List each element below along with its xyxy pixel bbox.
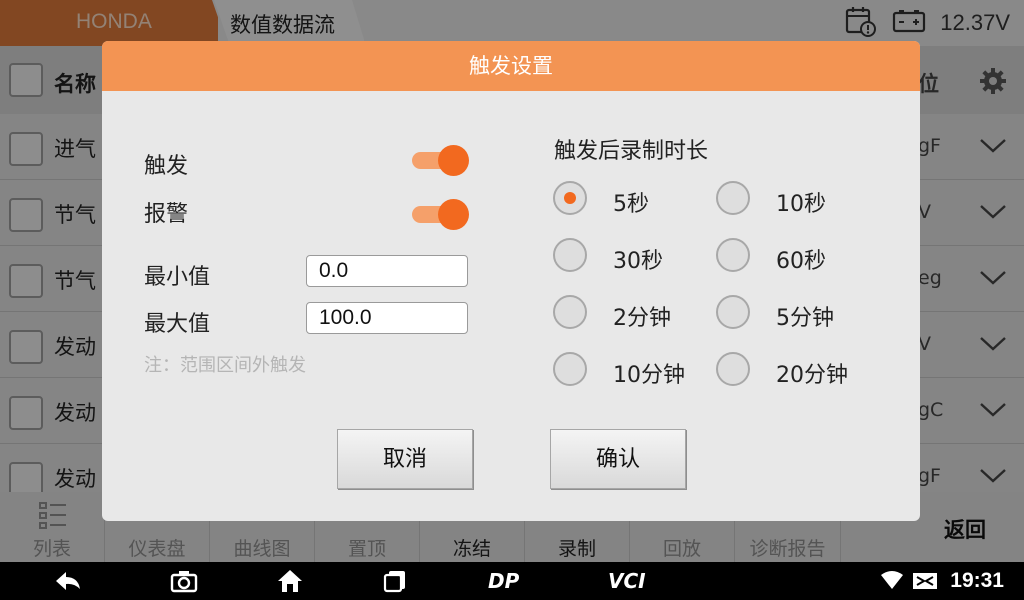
max-value-input[interactable]: 100.0 [306,302,468,334]
alarm-label: 报警 [144,202,189,227]
radio-5s[interactable] [553,181,587,215]
no-sim-icon [912,562,938,600]
radio-10min[interactable] [553,352,587,386]
radio-20min[interactable] [716,352,750,386]
cancel-button[interactable]: 取消 [337,429,473,489]
alarm-toggle[interactable] [412,199,470,230]
svg-text:VCI: VCI [608,570,646,592]
radio-60s-label: 60秒 [776,249,826,274]
radio-2min-label: 2分钟 [613,306,671,331]
svg-text:DP: DP [488,570,520,592]
back-arrow-icon[interactable] [54,562,82,600]
radio-10s-label: 10秒 [776,192,826,217]
trigger-toggle[interactable] [412,145,470,176]
vci-logo[interactable]: VCI [608,562,658,600]
radio-5s-label: 5秒 [613,192,649,217]
clock: 19:31 [950,569,1004,592]
radio-20min-label: 20分钟 [776,363,848,388]
recent-apps-icon[interactable] [382,562,408,600]
radio-2min[interactable] [553,295,587,329]
duration-title: 触发后录制时长 [554,139,709,164]
radio-5min-label: 5分钟 [776,306,834,331]
range-note: 注：范围区间外触发 [144,355,306,376]
max-value-label: 最大值 [144,312,211,337]
radio-60s[interactable] [716,238,750,272]
radio-10s[interactable] [716,181,750,215]
dp-logo[interactable]: DP [488,562,530,600]
radio-5min[interactable] [716,295,750,329]
wifi-icon [880,562,904,600]
radio-30s[interactable] [553,238,587,272]
home-icon[interactable] [276,562,304,600]
dialog-title: 触发设置 [102,41,920,91]
radio-30s-label: 30秒 [613,249,663,274]
trigger-settings-dialog: 触发设置 触发 报警 最小值 0.0 最大值 100.0 注：范围区间外触发 触… [102,41,920,521]
trigger-label: 触发 [144,154,189,179]
min-value-input[interactable]: 0.0 [306,255,468,287]
confirm-button[interactable]: 确认 [550,429,686,489]
system-nav-bar: DP VCI 19:31 [0,562,1024,600]
camera-icon[interactable] [170,562,198,600]
min-value-label: 最小值 [144,265,211,290]
radio-10min-label: 10分钟 [613,363,685,388]
